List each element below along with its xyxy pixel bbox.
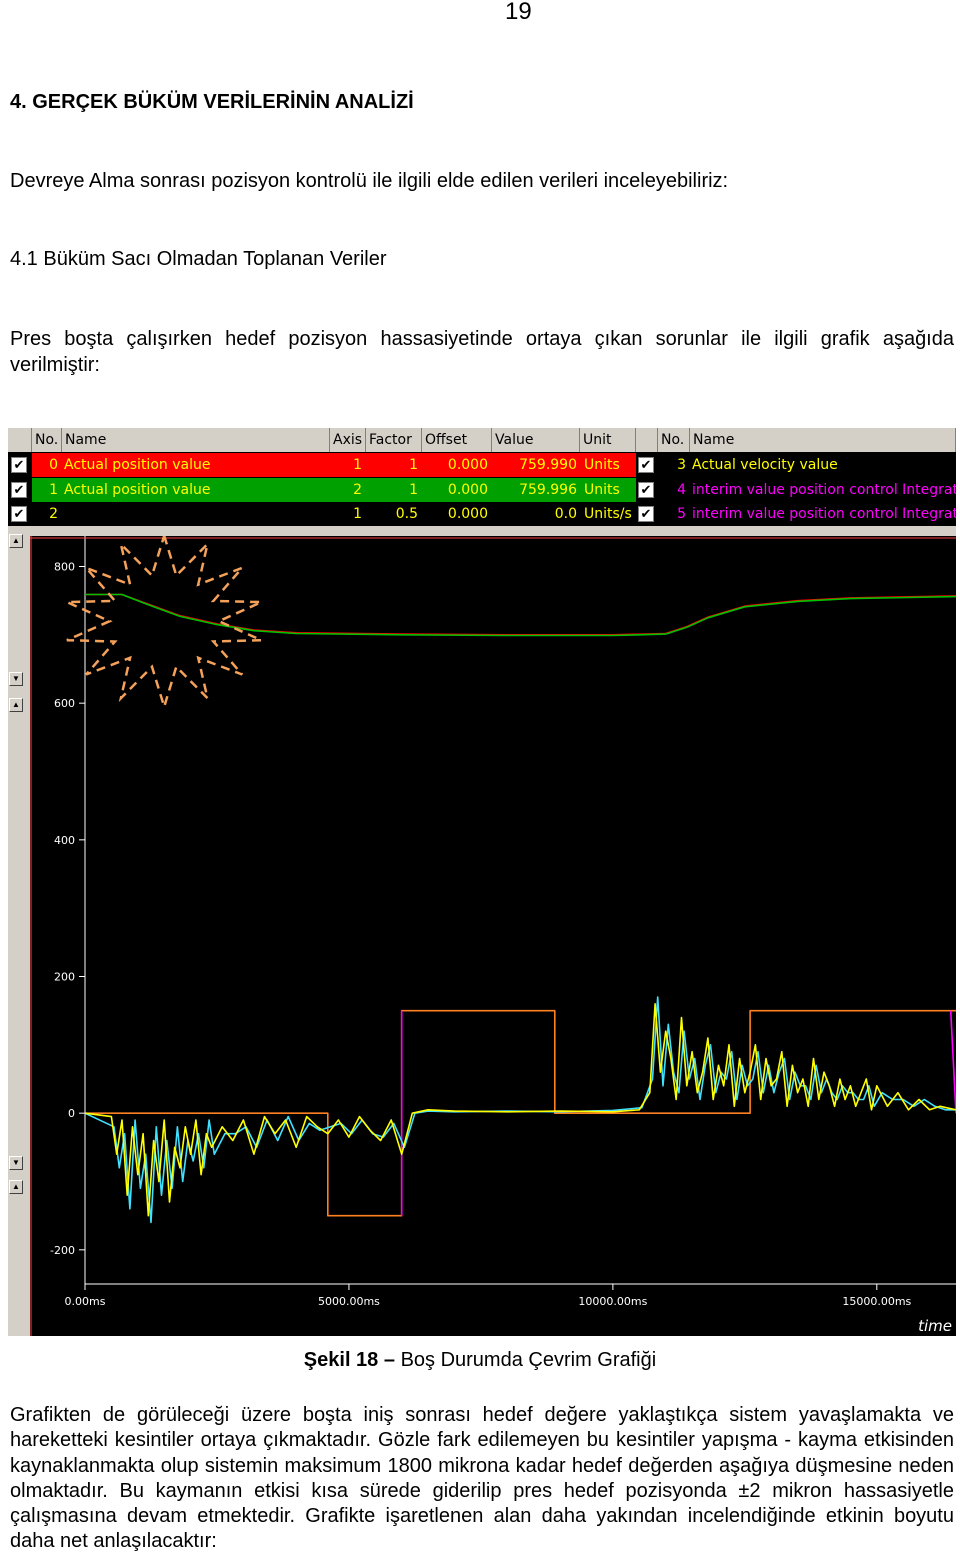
channel-offset: 0.000: [447, 481, 488, 498]
column-header[interactable]: Offset: [422, 428, 492, 452]
channel-value: 759.996: [519, 481, 577, 498]
channel-number: 0: [49, 457, 58, 473]
channel-number: 4: [677, 481, 686, 498]
caption-label: Şekil 18: [303, 1349, 379, 1371]
x-tick-label: 0.00ms: [65, 1295, 106, 1308]
intro-paragraph: Devreye Alma sonrası pozisyon kontrolü i…: [10, 170, 729, 192]
channel-number: 2: [49, 506, 58, 522]
scroll-up-icon[interactable]: ▲: [9, 1180, 23, 1194]
highlight-starburst-icon: [66, 536, 262, 711]
column-header[interactable]: Unit: [580, 428, 636, 452]
y-tick-label: 0: [68, 1107, 75, 1120]
series-line: [84, 996, 956, 1224]
checkbox-icon[interactable]: ✔: [638, 506, 654, 522]
channel-name: interim value position control Integrato…: [692, 481, 956, 498]
sub-heading: 4.1 Büküm Sacı Olmadan Toplanan Veriler: [10, 248, 387, 270]
channel-unit: Units: [584, 481, 620, 498]
y-tick-label: 800: [54, 561, 75, 574]
checkbox-icon[interactable]: ✔: [638, 457, 654, 473]
header-corner: [636, 428, 658, 452]
series-line: [85, 593, 956, 637]
page-number: 19: [505, 0, 532, 25]
channel-value: 759.990: [519, 457, 577, 473]
channel-name: Actual velocity value: [692, 457, 838, 473]
column-header[interactable]: Axis: [330, 428, 366, 452]
channel-offset: 0.000: [447, 506, 488, 522]
channel-axis: 2: [353, 481, 362, 498]
channel-axis: 1: [353, 506, 362, 522]
scope-screenshot: No. Name Axis Factor Offset Value Unit No. Name …: [8, 428, 956, 1336]
channel-name: Actual position value: [64, 457, 211, 473]
y-tick-label: 200: [54, 971, 75, 984]
column-header[interactable]: No.: [658, 428, 690, 452]
channel-table: No. Name Axis Factor Offset Value Unit No. Name …: [8, 428, 956, 526]
scroll-up-icon[interactable]: ▲: [9, 534, 23, 548]
channel-value: 0.0: [554, 506, 577, 522]
channel-unit: Units/s: [584, 506, 632, 522]
caption-dash: –: [383, 1349, 395, 1371]
column-header[interactable]: Value: [492, 428, 580, 452]
y-tick-label: 600: [54, 697, 75, 710]
column-header[interactable]: Name: [62, 428, 330, 452]
channel-number: 3: [677, 457, 686, 473]
series-line: [84, 1003, 956, 1217]
channel-number: 5: [677, 506, 686, 522]
channel-name: interim value position control Integrato…: [692, 506, 956, 522]
checkbox-icon[interactable]: ✔: [11, 481, 27, 498]
scroll-down-icon[interactable]: ▼: [9, 1156, 23, 1170]
checkbox-icon[interactable]: ✔: [11, 506, 27, 522]
channel-name: Actual position value: [64, 481, 211, 498]
left-scrollbar[interactable]: ▲ ▼ ▲ ▼ ▲: [9, 532, 23, 1332]
channel-factor: 0.5: [395, 506, 418, 522]
y-tick-label: -200: [50, 1244, 75, 1257]
channel-unit: Units: [584, 457, 620, 473]
checkbox-icon[interactable]: ✔: [11, 457, 27, 473]
column-header[interactable]: Name: [690, 428, 956, 452]
scroll-down-icon[interactable]: ▼: [9, 672, 23, 686]
caption-text: Boş Durumda Çevrim Grafiği: [400, 1349, 657, 1371]
scope-chart: 800 600 400 200 0 -200 0.00ms 5000.00ms 10000.00…: [30, 536, 956, 1336]
column-header[interactable]: No.: [32, 428, 62, 452]
channel-number: 1: [49, 481, 58, 498]
paragraph-before-figure: Pres boşta çalışırken hedef pozisyon has…: [10, 328, 954, 376]
series-line: [85, 1009, 956, 1217]
main-heading: 4. GERÇEK BÜKÜM VERİLERİNİN ANALİZİ: [10, 91, 414, 113]
time-axis-label: time: [918, 1317, 952, 1335]
x-tick-label: 10000.00ms: [578, 1295, 647, 1308]
checkbox-icon[interactable]: ✔: [638, 481, 654, 498]
channel-factor: 1: [409, 481, 418, 498]
scroll-up-icon[interactable]: ▲: [9, 698, 23, 712]
y-tick-label: 400: [54, 834, 75, 847]
channel-offset: 0.000: [447, 457, 488, 473]
x-tick-label: 15000.00ms: [842, 1295, 911, 1308]
paragraph-after-figure: Grafikten de görüleceği üzere boşta iniş…: [10, 1404, 954, 1553]
column-header[interactable]: Factor: [366, 428, 422, 452]
channel-axis: 1: [353, 457, 362, 473]
channel-factor: 1: [409, 457, 418, 473]
header-corner: [8, 428, 32, 452]
x-tick-label: 5000.00ms: [318, 1295, 380, 1308]
figure-caption: Şekil 18 – Boş Durumda Çevrim Grafiği: [0, 1349, 960, 1372]
